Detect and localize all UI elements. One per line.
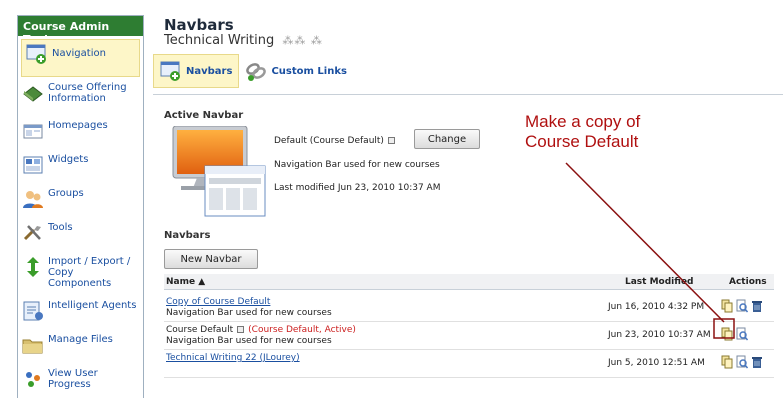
sidebar-item-homepages[interactable]: Homepages [18, 117, 143, 151]
active-navbar-name-row: Default (Course Default) [274, 136, 395, 146]
navbar-link[interactable]: Technical Writing 22 (JLourey) [166, 353, 300, 363]
sidebar-header: Course Admin Tools [18, 16, 143, 46]
change-button[interactable]: Change [414, 129, 480, 149]
navigation-icon [26, 44, 46, 64]
active-navbar-last-modified: Last modified Jun 23, 2010 10:37 AM [274, 183, 441, 193]
intelligent-agents-icon [23, 301, 43, 321]
sidebar-item-course-offering[interactable]: Course Offering Information [18, 79, 143, 117]
copy-icon[interactable] [721, 299, 733, 313]
sidebar-item-label: Intelligent Agents [48, 300, 137, 311]
navbar-tabs: Navbars Custom Links [153, 52, 353, 90]
row-description: Navigation Bar used for new courses [166, 336, 332, 346]
sidebar-item-label: Course Offering Information [48, 82, 127, 104]
course-name: Technical Writing [164, 33, 275, 48]
navbar-name: Course Default [166, 325, 234, 335]
row-name-cell: Copy of Course Default Navigation Bar us… [166, 297, 332, 319]
sidebar-item-label: Tools [48, 222, 73, 233]
copy-icon [237, 326, 245, 333]
copy-icon [387, 137, 395, 144]
row-name-cell: Technical Writing 22 (JLourey) [166, 353, 300, 364]
row-description: Navigation Bar used for new courses [166, 308, 332, 318]
sidebar-item-intelligent-agents[interactable]: Intelligent Agents [18, 297, 143, 331]
column-actions: Actions [729, 277, 767, 287]
import-export-icon [27, 257, 39, 277]
sidebar-item-label: Manage Files [48, 334, 113, 345]
sidebar-item-label: Import / Export / Copy Components [48, 256, 131, 289]
chain-link-icon [246, 63, 267, 81]
sidebar-item-navigation[interactable]: Navigation [21, 39, 140, 77]
sidebar-item-label: Groups [48, 188, 84, 199]
row-name-cell: Course Default (Course Default, Active) N… [166, 325, 356, 347]
homepages-icon [23, 124, 43, 139]
navbars-icon [160, 61, 180, 81]
course-offering-icon [23, 86, 43, 102]
row-modified: Jun 5, 2010 12:51 AM [608, 358, 705, 368]
sidebar-item-manage-files[interactable]: Manage Files [18, 331, 143, 365]
active-navbar-name: Default (Course Default) [274, 136, 384, 146]
status-badge: (Course Default, Active) [248, 325, 356, 335]
tab-navbars[interactable]: Navbars [153, 54, 240, 88]
preview-icon[interactable] [736, 355, 748, 369]
sidebar-item-import-export[interactable]: Import / Export / Copy Components [18, 253, 143, 297]
page-subtitle: Technical Writing ⁂⁂ ⁂ [164, 33, 323, 48]
widgets-icon [23, 156, 43, 174]
delete-icon[interactable] [751, 299, 763, 313]
annotation-text: Make a copy of Course Default [525, 112, 640, 152]
new-navbar-button[interactable]: New Navbar [164, 249, 258, 269]
column-name[interactable]: Name ▲ [166, 277, 205, 287]
tab-label: Navbars [186, 65, 233, 77]
sidebar-item-tools[interactable]: Tools [18, 219, 143, 253]
groups-icon [23, 191, 43, 208]
navbar-link[interactable]: Copy of Course Default [166, 297, 270, 307]
column-last-modified[interactable]: Last Modified [625, 277, 693, 287]
sidebar-item-label: Homepages [48, 120, 108, 131]
course-admin-sidebar: Course Admin Tools Navigation Course Off… [17, 15, 144, 398]
active-navbar-description: Navigation Bar used for new courses [274, 160, 440, 170]
sidebar-item-groups[interactable]: Groups [18, 185, 143, 219]
tab-custom-links[interactable]: Custom Links [239, 54, 352, 88]
sidebar-item-label: Widgets [48, 154, 89, 165]
tab-label: Custom Links [271, 65, 347, 77]
annotation-line-1: Make a copy of [525, 112, 641, 131]
row-modified: Jun 16, 2010 4:32 PM [608, 302, 705, 312]
header-divider [153, 94, 783, 95]
copy-icon[interactable] [721, 355, 733, 369]
active-navbar-heading: Active Navbar [164, 110, 244, 121]
table-row: Course Default (Course Default, Active) N… [164, 322, 774, 350]
sidebar-item-widgets[interactable]: Widgets [18, 151, 143, 185]
row-modified: Jun 23, 2010 10:37 AM [608, 330, 711, 340]
sidebar-item-label: View User Progress [48, 368, 98, 390]
preview-icon[interactable] [736, 299, 748, 313]
copy-icon[interactable] [721, 327, 733, 341]
navbar-preview-image [172, 126, 266, 217]
sidebar-item-label: Navigation [52, 48, 106, 59]
preview-icon[interactable] [736, 327, 748, 341]
table-row: Technical Writing 22 (JLourey) Jun 5, 20… [164, 350, 774, 378]
redacted-text: ⁂⁂ ⁂ [282, 34, 323, 47]
annotation-line-2: Course Default [525, 132, 639, 151]
tools-icon [23, 225, 41, 241]
table-row: Copy of Course Default Navigation Bar us… [164, 294, 774, 322]
table-header: Name ▲ Last Modified Actions [164, 274, 774, 290]
sidebar-item-user-progress[interactable]: View User Progress [18, 365, 143, 398]
manage-files-icon [22, 339, 43, 354]
page-title: Navbars [164, 16, 234, 34]
delete-icon[interactable] [751, 355, 763, 369]
navbars-heading: Navbars [164, 230, 211, 241]
user-progress-icon [26, 372, 40, 387]
